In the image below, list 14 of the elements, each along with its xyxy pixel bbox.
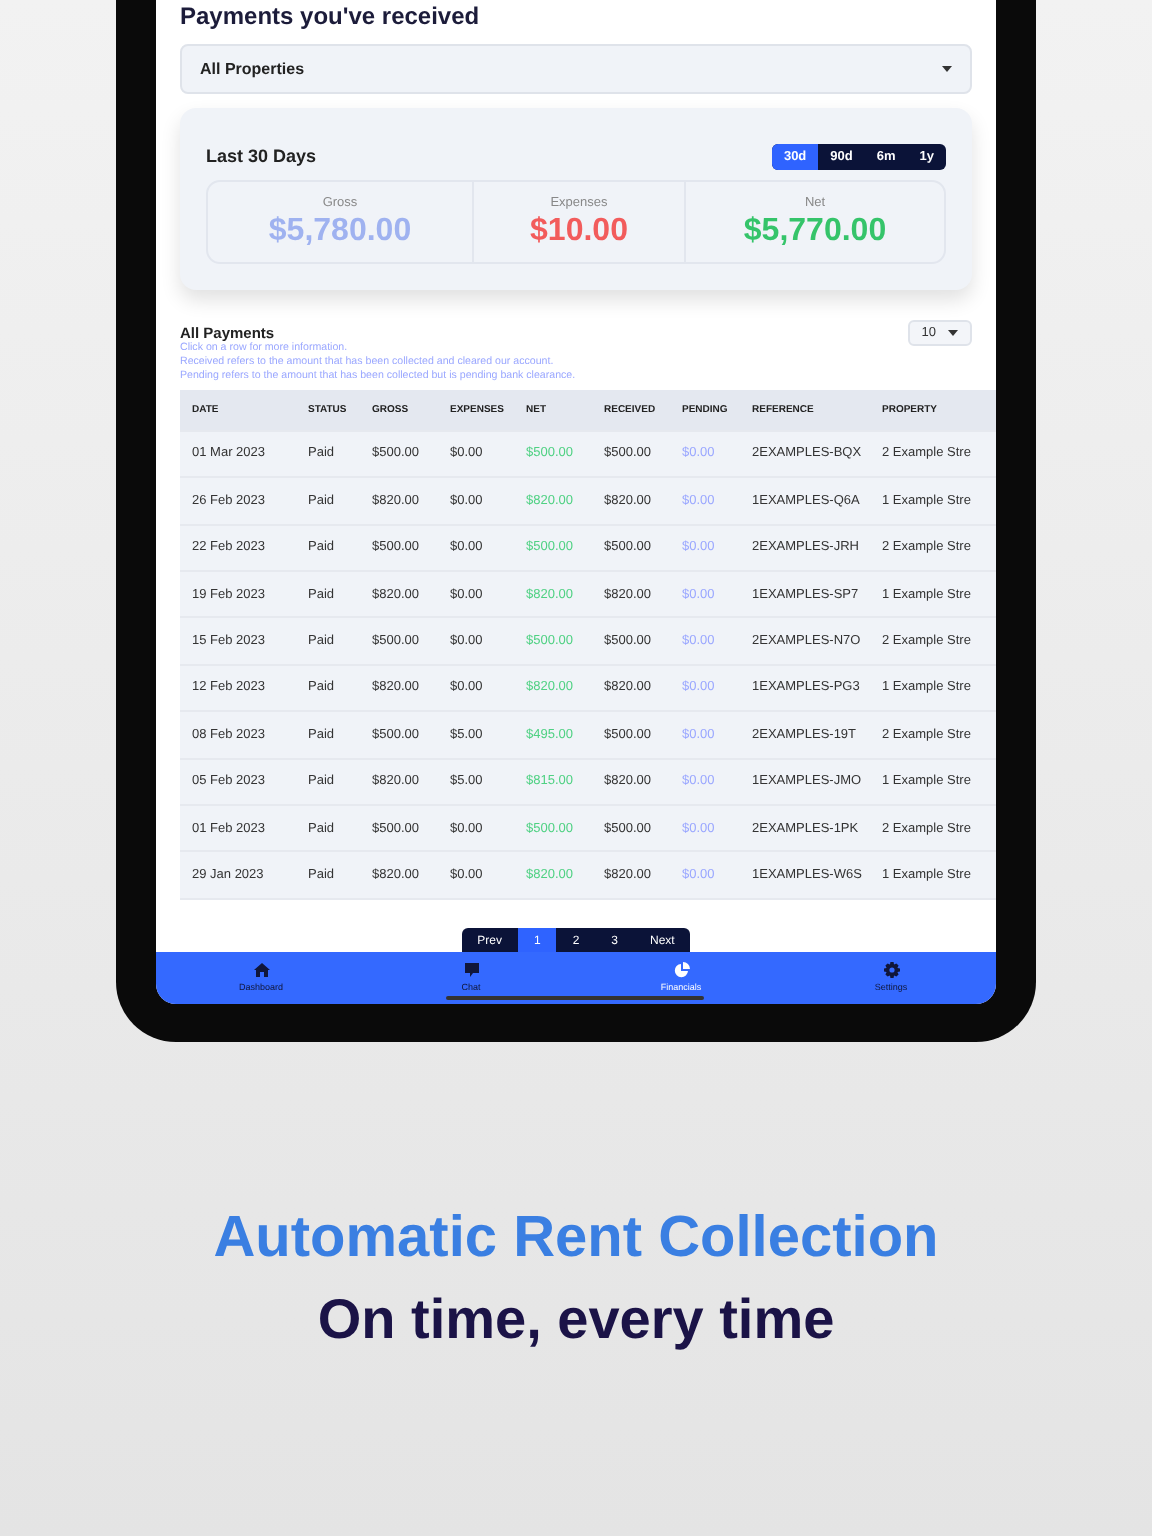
caret-icon (942, 65, 952, 72)
settings-icon (883, 962, 899, 979)
stat-value: $5,780.00 (268, 213, 412, 250)
home-icon (253, 962, 269, 979)
tagline: On time, every time (315, 1288, 837, 1352)
card-title: Last 30 Days (206, 146, 317, 167)
pie-chart-icon (673, 962, 689, 979)
headline: Automatic Rent Collection (211, 1206, 941, 1272)
page-title: Payments you've received (180, 2, 482, 30)
caret-icon (948, 329, 958, 336)
property-dropdown[interactable]: All Properties (180, 44, 972, 94)
chat-icon (463, 962, 479, 979)
stat-value: $10.00 (530, 213, 628, 250)
stat-value: $5,770.00 (743, 213, 887, 250)
